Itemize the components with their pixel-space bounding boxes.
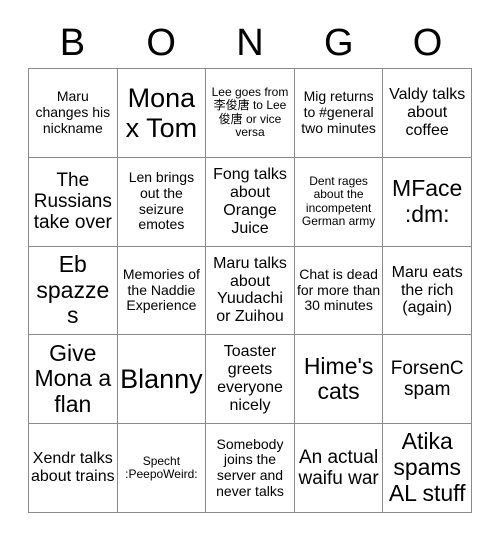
bingo-cell-label: Blanny <box>120 364 203 395</box>
bingo-cell[interactable]: Give Mona a flan <box>29 335 118 425</box>
bingo-card: B O N G O Maru changes his nickname Mona… <box>0 0 500 544</box>
bingo-cell-label: Atika spams AL stuff <box>388 428 466 506</box>
bingo-cell-label: Dent rages about the incompetent German … <box>301 173 376 229</box>
header-letter-2: O <box>146 22 176 64</box>
bingo-cell-label: Memories of the Naddie Experience <box>122 265 200 314</box>
bingo-cell[interactable]: Fong talks about Orange Juice <box>206 157 295 247</box>
bingo-cell-label: Hime's cats <box>303 352 374 405</box>
bingo-cell[interactable]: Mig returns to #general two minutes <box>294 69 384 158</box>
bingo-cell[interactable]: Maru changes his nickname <box>29 69 118 158</box>
bingo-cell-label: Toaster greets everyone nicely <box>217 343 283 415</box>
bingo-cell[interactable]: Toaster greets everyone nicely <box>206 335 295 425</box>
bingo-cell-label: Specht :PeepoWeird: <box>125 453 198 482</box>
bingo-cell[interactable]: Blanny <box>117 335 207 425</box>
bingo-cell[interactable]: Chat is dead for more than 30 minutes <box>294 246 384 336</box>
bingo-cell[interactable]: Eb spazzes <box>29 246 118 336</box>
bingo-cell-label: MFace :dm: <box>392 174 463 227</box>
bingo-cell[interactable]: The Russians take over <box>29 157 118 247</box>
bingo-cell[interactable]: Specht :PeepoWeird: <box>117 424 207 513</box>
bingo-cell-label: Lee goes from 李俊唐 to Lee俊唐 or vice versa <box>211 85 289 140</box>
bingo-cell-label: Fong talks about Orange Juice <box>213 165 287 237</box>
bingo-cell[interactable]: An actual waifu war <box>294 424 384 513</box>
header-letter-3: N <box>236 22 264 64</box>
bingo-cell-label: Maru changes his nickname <box>35 88 111 136</box>
bingo-cell-label: Give Mona a flan <box>34 339 112 418</box>
header-letter-4: G <box>324 22 354 64</box>
bingo-cell[interactable]: Dent rages about the incompetent German … <box>294 157 384 247</box>
bingo-cell[interactable]: Valdy talks about coffee <box>383 69 472 158</box>
header-letter-1: B <box>59 22 86 64</box>
header-letter-5: O <box>412 22 443 64</box>
bingo-cell-label: Chat is dead for more than 30 minutes <box>296 265 381 314</box>
bingo-cell-label: An actual waifu war <box>298 446 379 490</box>
bingo-cell-label: Mona x Tom <box>125 82 198 143</box>
bingo-cell[interactable]: Len brings out the seizure emotes <box>117 157 207 247</box>
bingo-cell[interactable]: Maru eats the rich (again) <box>383 246 472 336</box>
bingo-cell[interactable]: Lee goes from 李俊唐 to Lee俊唐 or vice versa <box>206 69 295 158</box>
bingo-cell[interactable]: Somebody joins the server and never talk… <box>206 424 295 513</box>
bingo-cell[interactable]: ForsenC spam <box>383 335 472 425</box>
bingo-cell[interactable]: Atika spams AL stuff <box>383 424 472 513</box>
bingo-grid: Maru changes his nickname Mona x Tom Lee… <box>28 68 472 513</box>
bingo-cell-label: The Russians take over <box>33 169 112 234</box>
bingo-cell[interactable]: Maru talks about Yuudachi or Zuihou <box>206 246 295 336</box>
bingo-cell[interactable]: Mona x Tom <box>117 69 207 158</box>
bingo-cell-label: Xendr talks about trains <box>31 450 115 486</box>
bingo-cell-label: Eb spazzes <box>36 250 110 329</box>
bingo-cell-label: ForsenC spam <box>390 358 464 401</box>
bingo-cell-label: Valdy talks about coffee <box>389 86 466 139</box>
bingo-cell[interactable]: MFace :dm: <box>383 157 472 247</box>
bingo-cell[interactable]: Xendr talks about trains <box>29 424 118 513</box>
bingo-cell-label: Somebody joins the server and never talk… <box>216 435 284 499</box>
bingo-cell[interactable]: Memories of the Naddie Experience <box>117 246 207 336</box>
bingo-cell-label: Maru talks about Yuudachi or Zuihou <box>213 254 287 326</box>
bingo-cell-label: Len brings out the seizure emotes <box>128 169 195 233</box>
bingo-cell-label: Maru eats the rich (again) <box>391 263 463 317</box>
bingo-cell[interactable]: Hime's cats <box>294 335 384 425</box>
bingo-header-row: B O N G O <box>28 18 472 68</box>
bingo-cell-label: Mig returns to #general two minutes <box>301 88 376 136</box>
